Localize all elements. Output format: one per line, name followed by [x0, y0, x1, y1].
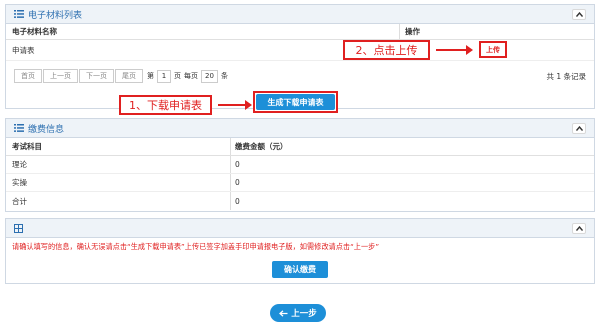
row-amount: 0: [235, 178, 240, 187]
column-divider: [230, 192, 231, 210]
column-divider: [230, 174, 231, 191]
materials-panel-header: 电子材料列表: [6, 5, 594, 24]
page-prefix-label: 第: [147, 72, 154, 80]
annotation-download-form: 1、下载申请表: [119, 95, 212, 115]
back-button-label: 上一步: [291, 309, 317, 319]
notice-text: 请确认填写的信息，确认无误请点击“生成下载申请表”上传已签字加盖手印申请报电子版…: [12, 242, 380, 251]
list-icon: [14, 124, 24, 132]
col-header-name: 电子材料名称: [12, 27, 57, 36]
total-records: 共 1 条记录: [546, 71, 586, 81]
pagination: 首页 上一页 下一页 尾页 第 1 页 每页 20 条 共 1 条记录: [6, 64, 594, 88]
materials-panel-title: 电子材料列表: [28, 10, 83, 21]
generate-button-frame: 生成下载申请表: [253, 91, 338, 113]
row-name: 申请表: [12, 45, 35, 55]
arrow-left-icon: [279, 309, 288, 317]
chevron-up-icon: [575, 12, 583, 17]
table-row: 理论 0: [6, 156, 594, 174]
annotation-click-upload: 2、点击上传: [343, 40, 430, 60]
table-row: 实操 0: [6, 174, 594, 192]
collapse-button[interactable]: [572, 9, 586, 20]
materials-table-header: 电子材料名称 操作: [6, 24, 594, 40]
next-page-button[interactable]: 下一页: [79, 69, 114, 83]
column-divider: [399, 24, 400, 39]
arrow-icon: [218, 100, 252, 110]
page-suffix-label: 页: [174, 72, 181, 80]
per-page-suffix-label: 条: [221, 72, 228, 80]
back-button[interactable]: 上一步: [270, 304, 326, 322]
per-page-input[interactable]: 20: [201, 69, 218, 83]
prev-page-button[interactable]: 上一页: [43, 69, 78, 83]
list-icon: [14, 10, 24, 18]
per-page-prefix-label: 每页: [184, 72, 198, 80]
row-amount: 0: [235, 160, 240, 169]
confirm-row: 确认缴费: [6, 261, 594, 278]
chevron-up-icon: [575, 126, 583, 131]
fee-panel-title: 缴费信息: [28, 124, 65, 135]
first-page-button[interactable]: 首页: [14, 69, 42, 83]
notice-panel: 请确认填写的信息，确认无误请点击“生成下载申请表”上传已签字加盖手印申请报电子版…: [5, 218, 595, 284]
column-divider: [230, 138, 231, 155]
confirm-payment-button[interactable]: 确认缴费: [272, 261, 328, 278]
fee-panel-header: 缴费信息: [6, 119, 594, 138]
col-header-subject: 考试科目: [12, 142, 42, 151]
upload-button[interactable]: 上传: [479, 41, 507, 58]
column-divider: [230, 156, 231, 173]
fee-panel: 缴费信息 考试科目 缴费金额（元） 理论 0 实操 0 合计 0: [5, 118, 595, 212]
row-amount: 0: [235, 196, 240, 206]
row-subject: 合计: [12, 196, 27, 206]
last-page-button[interactable]: 尾页: [115, 69, 143, 83]
fee-table-header: 考试科目 缴费金额（元）: [6, 138, 594, 156]
collapse-button[interactable]: [572, 123, 586, 134]
row-subject: 实操: [12, 178, 27, 187]
generate-download-button[interactable]: 生成下载申请表: [256, 94, 335, 110]
grid-icon: [14, 223, 23, 233]
arrow-icon: [436, 45, 473, 55]
chevron-up-icon: [575, 226, 583, 231]
collapse-button[interactable]: [572, 223, 586, 234]
row-subject: 理论: [12, 160, 27, 169]
page-number-input[interactable]: 1: [157, 69, 171, 83]
table-row: 合计 0: [6, 192, 594, 210]
col-header-amount: 缴费金额（元）: [235, 142, 288, 151]
notice-panel-header: [6, 219, 594, 238]
col-header-action: 操作: [405, 27, 420, 36]
